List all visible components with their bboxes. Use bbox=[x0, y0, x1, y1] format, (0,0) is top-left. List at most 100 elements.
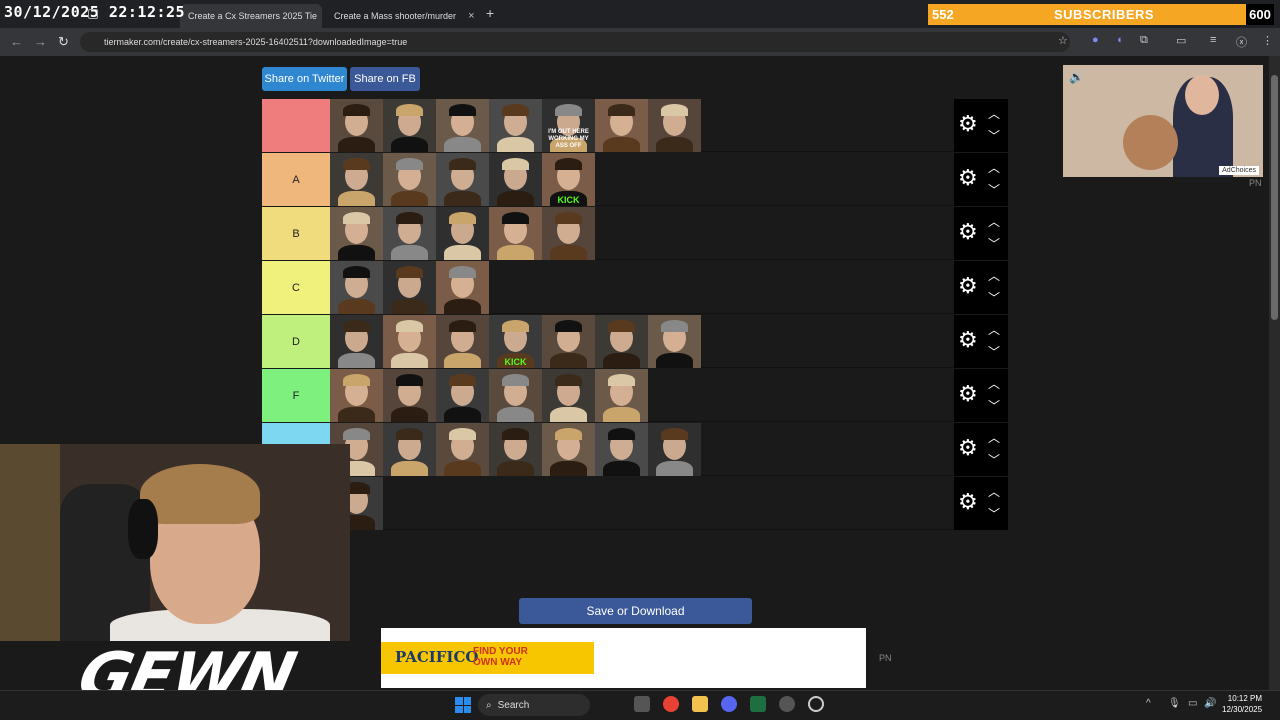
tier-label[interactable]: D bbox=[262, 315, 330, 368]
save-download-button[interactable]: Save or Download bbox=[519, 598, 752, 624]
tier-item-thumbnail[interactable] bbox=[542, 423, 595, 476]
gear-icon[interactable]: ⚙ bbox=[958, 329, 978, 351]
banner-ad[interactable]: PACIFICO FIND YOUR OWN WAY bbox=[381, 628, 866, 688]
gear-icon[interactable]: ⚙ bbox=[958, 167, 978, 189]
gear-icon[interactable]: ⚙ bbox=[958, 437, 978, 459]
tier-item-thumbnail[interactable] bbox=[489, 99, 542, 152]
taskbar-clock[interactable]: 10:12 PM 12/30/2025 bbox=[1222, 693, 1262, 715]
chevron-down-icon[interactable]: ﹀ bbox=[988, 451, 1000, 468]
tier-item-thumbnail[interactable] bbox=[330, 315, 383, 368]
clock-app-icon[interactable] bbox=[808, 696, 824, 712]
network-icon[interactable]: ▭ bbox=[1188, 698, 1197, 709]
tier-label[interactable] bbox=[262, 99, 330, 152]
tier-item-thumbnail[interactable] bbox=[383, 423, 436, 476]
chevron-up-icon[interactable]: ︿ bbox=[988, 429, 1000, 446]
tier-item-thumbnail[interactable] bbox=[489, 369, 542, 422]
tier-item-thumbnail[interactable] bbox=[489, 153, 542, 206]
video-ad[interactable]: 🔊 AdChoices bbox=[1063, 65, 1263, 177]
chevron-up-icon[interactable]: ︿ bbox=[988, 375, 1000, 392]
tier-item-thumbnail[interactable] bbox=[436, 423, 489, 476]
new-tab-icon[interactable]: + bbox=[486, 5, 494, 21]
tier-item-thumbnail[interactable] bbox=[648, 99, 701, 152]
gear-icon[interactable]: ⚙ bbox=[958, 491, 978, 513]
tier-item-thumbnail[interactable] bbox=[330, 261, 383, 314]
tier-item-thumbnail[interactable] bbox=[436, 261, 489, 314]
back-icon[interactable]: ← bbox=[10, 34, 23, 49]
tier-item-thumbnail[interactable] bbox=[330, 207, 383, 260]
tier-item-thumbnail[interactable] bbox=[436, 99, 489, 152]
chrome-icon[interactable] bbox=[663, 696, 679, 712]
tier-item-thumbnail[interactable] bbox=[383, 207, 436, 260]
gear-icon[interactable]: ⚙ bbox=[958, 383, 978, 405]
gear-icon[interactable]: ⚙ bbox=[958, 221, 978, 243]
tier-item-thumbnail[interactable] bbox=[383, 99, 436, 152]
share-twitter-button[interactable]: Share on Twitter bbox=[262, 67, 347, 91]
gear-icon[interactable]: ⚙ bbox=[958, 113, 978, 135]
tier-item-thumbnail[interactable]: KICK bbox=[489, 315, 542, 368]
speaker-icon[interactable]: 🔊 bbox=[1069, 70, 1084, 84]
chevron-up-icon[interactable]: ︿ bbox=[988, 321, 1000, 338]
chevron-up-icon[interactable]: ︿ bbox=[988, 483, 1000, 500]
tier-item-thumbnail[interactable] bbox=[595, 423, 648, 476]
tier-item-thumbnail[interactable] bbox=[542, 315, 595, 368]
task-view-icon[interactable] bbox=[634, 696, 650, 712]
extension-icon[interactable]: ● bbox=[1092, 34, 1099, 46]
tier-item-thumbnail[interactable]: KICK bbox=[542, 153, 595, 206]
tier-item-thumbnail[interactable] bbox=[595, 99, 648, 152]
extensions-puzzle-icon[interactable]: ⧉ bbox=[1140, 34, 1148, 47]
chevron-down-icon[interactable]: ﹀ bbox=[988, 289, 1000, 306]
tier-item-thumbnail[interactable] bbox=[489, 207, 542, 260]
tier-item-thumbnail[interactable] bbox=[436, 153, 489, 206]
excel-icon[interactable] bbox=[750, 696, 766, 712]
media-icon[interactable]: ≡ bbox=[1210, 34, 1216, 46]
tier-item-thumbnail[interactable] bbox=[383, 315, 436, 368]
site-info-icon[interactable] bbox=[88, 9, 98, 19]
tier-item-thumbnail[interactable] bbox=[436, 369, 489, 422]
tier-label[interactable]: F bbox=[262, 369, 330, 422]
url-field[interactable]: tiermaker.com/create/cx-streamers-2025-1… bbox=[80, 32, 1070, 52]
cast-icon[interactable]: ▭ bbox=[1176, 34, 1186, 47]
chevron-down-icon[interactable]: ﹀ bbox=[988, 181, 1000, 198]
chevron-up-icon[interactable]: ︿ bbox=[988, 159, 1000, 176]
tier-item-thumbnail[interactable]: I'M OUT HERE WORKING MY ASS OFF bbox=[542, 99, 595, 152]
gear-icon[interactable]: ⚙ bbox=[958, 275, 978, 297]
chevron-down-icon[interactable]: ﹀ bbox=[988, 127, 1000, 144]
audio-extension-icon[interactable]: ◖ bbox=[1116, 34, 1123, 46]
obs-icon[interactable] bbox=[779, 696, 795, 712]
chevron-down-icon[interactable]: ﹀ bbox=[988, 235, 1000, 252]
tier-item-thumbnail[interactable] bbox=[436, 315, 489, 368]
tier-item-thumbnail[interactable] bbox=[595, 315, 648, 368]
chevron-up-icon[interactable]: ︿ bbox=[988, 213, 1000, 230]
chevron-down-icon[interactable]: ﹀ bbox=[988, 505, 1000, 522]
menu-icon[interactable]: ⋮ bbox=[1262, 34, 1273, 47]
tier-item-thumbnail[interactable] bbox=[383, 261, 436, 314]
scrollbar-thumb[interactable] bbox=[1271, 75, 1278, 320]
tier-item-thumbnail[interactable] bbox=[383, 369, 436, 422]
tier-label[interactable]: C bbox=[262, 261, 330, 314]
tier-label[interactable]: A bbox=[262, 153, 330, 206]
chevron-up-icon[interactable]: ︿ bbox=[988, 267, 1000, 284]
tier-item-thumbnail[interactable] bbox=[436, 207, 489, 260]
tier-item-thumbnail[interactable] bbox=[542, 369, 595, 422]
tier-label[interactable]: B bbox=[262, 207, 330, 260]
chevron-down-icon[interactable]: ﹀ bbox=[988, 397, 1000, 414]
taskbar-search[interactable]: ⌕ Search bbox=[478, 694, 590, 716]
tier-item-thumbnail[interactable] bbox=[330, 369, 383, 422]
microphone-icon[interactable]: 🎙 bbox=[1168, 698, 1181, 709]
tier-item-thumbnail[interactable] bbox=[542, 207, 595, 260]
tier-item-thumbnail[interactable] bbox=[330, 153, 383, 206]
volume-icon[interactable]: 🔊 bbox=[1204, 698, 1216, 709]
bookmark-star-icon[interactable]: ☆ bbox=[1058, 34, 1068, 47]
chevron-up-icon[interactable]: ︿ bbox=[988, 105, 1000, 122]
profile-icon[interactable]: ⓧ bbox=[1236, 34, 1247, 50]
chevron-down-icon[interactable]: ﹀ bbox=[988, 343, 1000, 360]
tab-tiermaker[interactable]: Create a Cx Streamers 2025 Tie × bbox=[180, 4, 322, 28]
tier-item-thumbnail[interactable] bbox=[330, 99, 383, 152]
share-fb-button[interactable]: Share on FB bbox=[350, 67, 420, 91]
forward-icon[interactable]: → bbox=[34, 34, 47, 49]
close-tab-icon[interactable]: × bbox=[468, 10, 474, 22]
adchoices-label[interactable]: AdChoices bbox=[1219, 166, 1259, 175]
reload-icon[interactable]: ↻ bbox=[58, 34, 69, 50]
tab-mass-shooter[interactable]: Create a Mass shooter/murder × bbox=[326, 4, 482, 28]
tier-item-thumbnail[interactable] bbox=[383, 153, 436, 206]
